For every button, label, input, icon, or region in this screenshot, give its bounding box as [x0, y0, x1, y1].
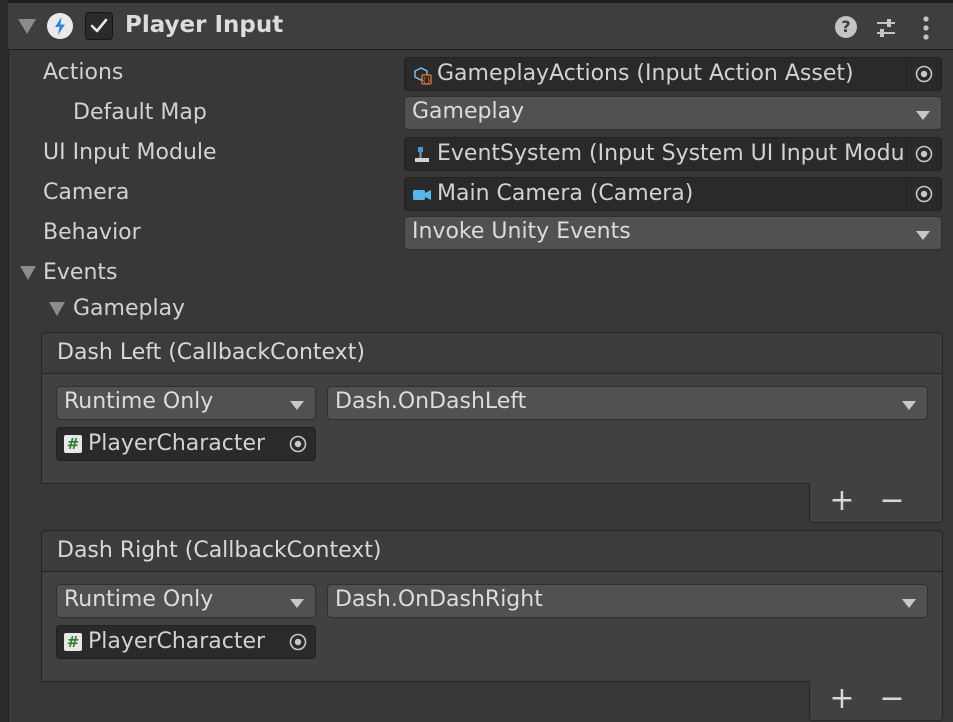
script-hash-icon: # [64, 633, 82, 651]
function-dropdown[interactable]: Dash.OnDashLeft [327, 386, 928, 420]
events-foldout-arrow-icon[interactable] [20, 266, 36, 280]
chevron-down-icon [290, 599, 304, 608]
presets-icon[interactable] [874, 16, 898, 40]
context-menu-icon[interactable] [914, 14, 938, 42]
default-map-label: Default Map [73, 100, 207, 125]
input-lightning-icon [47, 13, 73, 39]
function-value: Dash.OnDashRight [335, 587, 543, 612]
behavior-value: Invoke Unity Events [412, 219, 631, 244]
script-hash-icon: # [64, 435, 82, 453]
object-picker-icon[interactable] [906, 58, 941, 90]
gameplay-map-label[interactable]: Gameplay [73, 296, 185, 321]
gameplay-foldout-arrow-icon[interactable] [49, 302, 65, 316]
target-object-field[interactable]: # PlayerCharacter [56, 427, 316, 461]
call-state-dropdown[interactable]: Runtime Only [56, 386, 316, 420]
object-picker-icon[interactable] [281, 626, 315, 658]
component-enabled-checkbox[interactable] [85, 12, 113, 40]
component-title: Player Input [125, 12, 284, 38]
camera-icon [412, 185, 432, 205]
event-title: Dash Left (CallbackContext) [57, 340, 365, 365]
chevron-down-icon [916, 111, 930, 120]
event-system-icon [412, 145, 432, 165]
ui-input-module-value: EventSystem (Input System UI Input Modu [437, 141, 905, 166]
chevron-down-icon [290, 401, 304, 410]
chevron-down-icon [902, 599, 916, 608]
event-footer-dash-right: + − [809, 681, 943, 721]
behavior-label: Behavior [43, 220, 141, 245]
target-object-field[interactable]: # PlayerCharacter [56, 625, 316, 659]
call-state-dropdown[interactable]: Runtime Only [56, 584, 316, 618]
object-picker-icon[interactable] [281, 428, 315, 460]
camera-field[interactable]: Main Camera (Camera) [404, 177, 942, 211]
inspector-panel: Player Input ? Actions {} GameplayAction… [0, 0, 953, 722]
add-listener-button[interactable]: + [822, 681, 862, 719]
camera-value: Main Camera (Camera) [437, 181, 694, 206]
events-label[interactable]: Events [43, 260, 118, 285]
actions-field[interactable]: {} GameplayActions (Input Action Asset) [404, 57, 942, 91]
default-map-dropdown[interactable]: Gameplay [404, 96, 942, 130]
target-object-value: PlayerCharacter [88, 629, 266, 654]
ui-input-module-label: UI Input Module [43, 140, 217, 165]
event-title: Dash Right (CallbackContext) [57, 538, 382, 563]
add-listener-button[interactable]: + [822, 483, 862, 521]
remove-listener-button[interactable]: − [872, 681, 912, 719]
actions-value: GameplayActions (Input Action Asset) [437, 61, 854, 86]
event-header-dash-right: Dash Right (CallbackContext) [41, 530, 943, 572]
object-picker-icon[interactable] [906, 138, 941, 170]
camera-label: Camera [43, 180, 130, 205]
panel-left-edge [0, 0, 9, 722]
target-object-value: PlayerCharacter [88, 431, 266, 456]
function-value: Dash.OnDashLeft [335, 389, 527, 414]
call-state-value: Runtime Only [64, 389, 214, 414]
default-map-value: Gameplay [412, 99, 525, 124]
function-dropdown[interactable]: Dash.OnDashRight [327, 584, 928, 618]
svg-text:{}: {} [422, 77, 431, 85]
actions-label: Actions [43, 60, 124, 85]
call-state-value: Runtime Only [64, 587, 214, 612]
object-picker-icon[interactable] [906, 178, 941, 210]
input-action-asset-icon: {} [412, 65, 432, 85]
help-icon[interactable]: ? [835, 16, 857, 38]
ui-input-module-field[interactable]: EventSystem (Input System UI Input Modu [404, 137, 942, 171]
event-header-dash-left: Dash Left (CallbackContext) [41, 332, 943, 374]
chevron-down-icon [902, 401, 916, 410]
event-footer-dash-left: + − [809, 483, 943, 523]
foldout-arrow-icon[interactable] [18, 19, 36, 34]
chevron-down-icon [916, 231, 930, 240]
behavior-dropdown[interactable]: Invoke Unity Events [404, 216, 942, 250]
remove-listener-button[interactable]: − [872, 483, 912, 521]
component-header[interactable]: Player Input ? [8, 0, 953, 50]
